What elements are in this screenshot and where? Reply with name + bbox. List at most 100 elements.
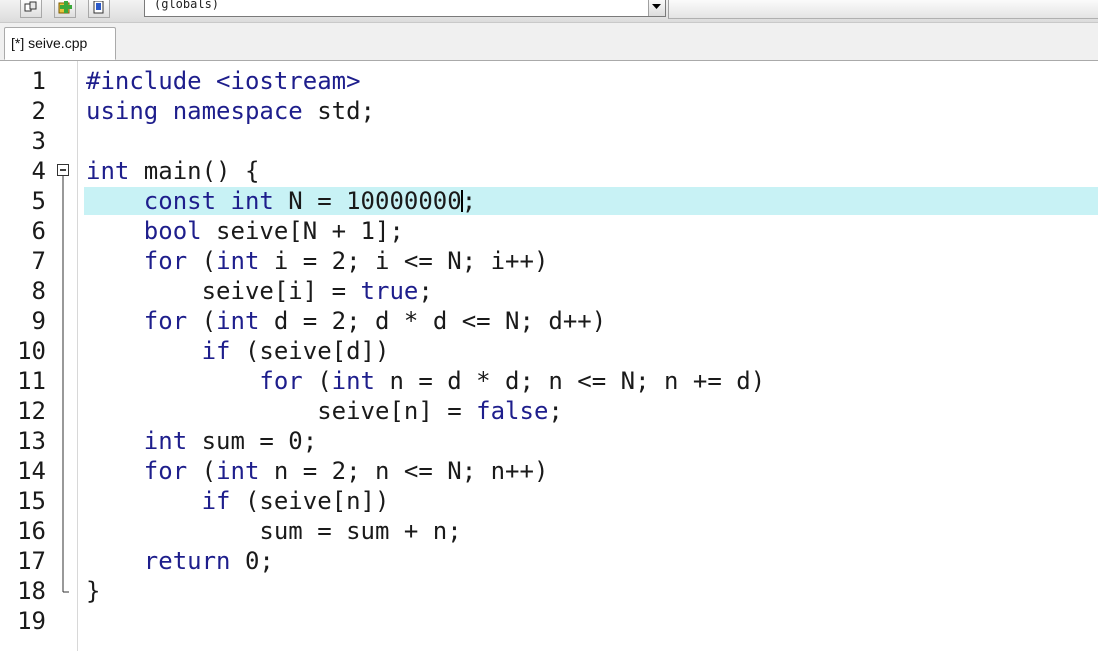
fold-guide [62,186,64,216]
code-text: seive[i] = true; [86,276,433,306]
keyword-token: false [476,397,549,425]
keyword-token: bool [143,217,202,245]
code-token: ( [187,457,217,485]
code-line[interactable]: 11 for (int n = d * d; n <= N; n += d) [0,366,1098,396]
code-token: N = 10000000 [273,187,462,215]
fold-guide [62,456,64,486]
fold-guide [62,396,64,426]
code-text: seive[n] = false; [86,396,563,426]
keyword-token: const int [143,187,274,215]
code-line[interactable]: 10 if (seive[d]) [0,336,1098,366]
code-text: if (seive[n]) [86,486,390,516]
line-number: 19 [17,607,46,635]
code-line[interactable]: 7 for (int i = 2; i <= N; i++) [0,246,1098,276]
code-token: ; [418,277,433,305]
code-text: int sum = 0; [86,426,317,456]
code-token: sum = 0; [187,427,318,455]
line-number: 7 [31,247,46,275]
toolbar: (globals) [0,0,1098,23]
keyword-token: for [259,367,303,395]
code-token: seive[n] = [317,397,477,425]
code-token: sum = sum + n; [259,517,462,545]
code-line[interactable]: 8 seive[i] = true; [0,276,1098,306]
line-number: 5 [31,187,46,215]
code-line[interactable]: 13 int sum = 0; [0,426,1098,456]
toolbar-secondary-area [668,0,1098,19]
fold-collapse-icon[interactable] [56,156,70,186]
line-number: 16 [17,517,46,545]
code-text: sum = sum + n; [86,516,462,546]
bookmark-icon [93,1,104,14]
line-number: 2 [31,97,46,125]
code-line[interactable]: 15 if (seive[n]) [0,486,1098,516]
code-line[interactable]: 12 seive[n] = false; [0,396,1098,426]
keyword-token: int [86,157,130,185]
line-number: 17 [17,547,46,575]
code-text: int main() { [86,156,259,186]
code-line[interactable]: 17 return 0; [0,546,1098,576]
line-number: 14 [17,457,46,485]
line-number: 18 [17,577,46,605]
code-line[interactable]: 5 const int N = 10000000; [0,186,1098,216]
line-number: 10 [17,337,46,365]
code-text: for (int n = 2; n <= N; n++) [86,456,549,486]
code-text: const int N = 10000000; [86,186,476,216]
line-number: 13 [17,427,46,455]
code-editor[interactable]: 1 #include <iostream> 2 using namespace std… [0,61,1098,651]
code-token: ( [187,307,217,335]
fold-guide [62,366,64,396]
code-token: seive[i] = [201,277,361,305]
fold-guide [62,216,64,246]
fold-guide [62,306,64,336]
class-view-icon [24,1,37,12]
code-line[interactable]: 6 bool seive[N + 1]; [0,216,1098,246]
fold-guide [62,426,64,456]
chevron-down-icon [652,4,661,9]
code-line[interactable]: 9 for (int d = 2; d * d <= N; d++) [0,306,1098,336]
code-line[interactable]: 18} [0,576,1098,606]
code-token: ( [187,247,217,275]
code-text: } [86,576,100,606]
scope-value: (globals) [154,0,220,11]
keyword-token: true [360,277,419,305]
tab-seive-cpp[interactable]: [*] seive.cpp [4,27,116,60]
keyword-token: if [201,487,231,515]
code-token: 0; [230,547,274,575]
code-line[interactable]: 4 int main() { [0,156,1098,186]
code-token: n = 2; n <= N; n++) [259,457,549,485]
scope-dropdown-arrow[interactable] [648,0,665,16]
code-text: for (int n = d * d; n <= N; n += d) [86,366,765,396]
code-token: main() { [129,157,260,185]
fold-guide [62,516,64,546]
code-token: } [86,577,101,605]
code-token: std; [302,97,375,125]
fold-guide [62,486,64,516]
bookmark-button[interactable] [88,0,110,18]
scope-dropdown[interactable]: (globals) [144,0,666,17]
class-view-button[interactable] [20,0,42,18]
keyword-token: return [143,547,231,575]
code-token: ; [461,187,477,215]
code-line[interactable]: 14 for (int n = 2; n <= N; n++) [0,456,1098,486]
add-item-icon [58,1,72,14]
code-line[interactable]: 3 [0,126,1098,156]
code-token: (seive[d]) [230,337,390,365]
code-token: d = 2; d * d <= N; d++) [259,307,607,335]
code-line[interactable]: 1 #include <iostream> [0,66,1098,96]
keyword-token: using namespace [86,97,303,125]
fold-guide [62,546,64,576]
line-number: 11 [17,367,46,395]
code-text: bool seive[N + 1]; [86,216,404,246]
code-token: ; [548,397,563,425]
add-item-button[interactable] [54,0,76,18]
code-text: if (seive[d]) [86,336,390,366]
code-line[interactable]: 19 [0,606,1098,636]
code-token: n = d * d; n <= N; n += d) [375,367,766,395]
line-number: 12 [17,397,46,425]
code-token: seive[N + 1]; [201,217,404,245]
line-number: 1 [31,67,46,95]
code-line[interactable]: 2 using namespace std; [0,96,1098,126]
keyword-token: int [143,427,188,455]
code-token: ( [302,367,332,395]
code-line[interactable]: 16 sum = sum + n; [0,516,1098,546]
